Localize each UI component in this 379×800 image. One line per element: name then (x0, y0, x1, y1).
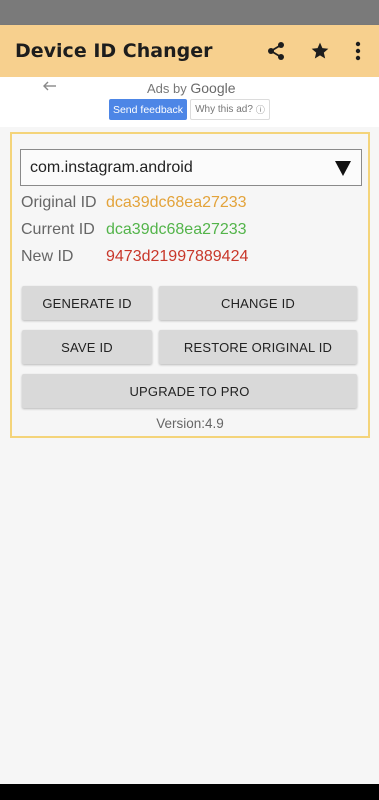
dropdown-arrow-icon (335, 161, 351, 176)
more-vert-icon[interactable] (345, 38, 371, 64)
change-id-button[interactable]: CHANGE ID (159, 286, 357, 320)
ad-banner: Ads by Google Send feedback Why this ad?… (0, 77, 379, 127)
why-this-ad-label: Why this ad? (195, 104, 253, 115)
generate-id-button[interactable]: GENERATE ID (22, 286, 152, 320)
star-icon[interactable] (307, 38, 333, 64)
current-id-label: Current ID (21, 221, 95, 238)
back-arrow-icon[interactable] (42, 79, 60, 95)
share-icon[interactable] (263, 38, 289, 64)
package-dropdown[interactable]: com.instagram.android (20, 149, 362, 186)
app-title: Device ID Changer (15, 40, 213, 62)
google-text: Google (190, 80, 236, 96)
upgrade-to-pro-button[interactable]: UPGRADE TO PRO (22, 374, 357, 408)
version-label: Version:4.9 (156, 416, 224, 431)
status-bar (0, 0, 379, 25)
original-id-label: Original ID (21, 194, 97, 211)
package-dropdown-value: com.instagram.android (30, 159, 193, 176)
original-id-value: dca39dc68ea27233 (106, 194, 247, 211)
new-id-label: New ID (21, 248, 74, 265)
ads-by-text: Ads by (147, 81, 187, 96)
current-id-value: dca39dc68ea27233 (106, 221, 247, 238)
main-panel: com.instagram.android Original ID dca39d… (10, 132, 370, 438)
navigation-bar (0, 784, 379, 800)
save-id-button[interactable]: SAVE ID (22, 330, 152, 364)
why-this-ad-button[interactable]: Why this ad? ⓘ (190, 99, 270, 120)
info-icon: ⓘ (255, 105, 265, 115)
send-feedback-button[interactable]: Send feedback (109, 99, 187, 120)
ads-by-google-label: Ads by Google (147, 80, 236, 96)
app-bar: Device ID Changer (0, 25, 379, 77)
restore-original-id-button[interactable]: RESTORE ORIGINAL ID (159, 330, 357, 364)
new-id-value: 9473d21997889424 (106, 248, 249, 265)
